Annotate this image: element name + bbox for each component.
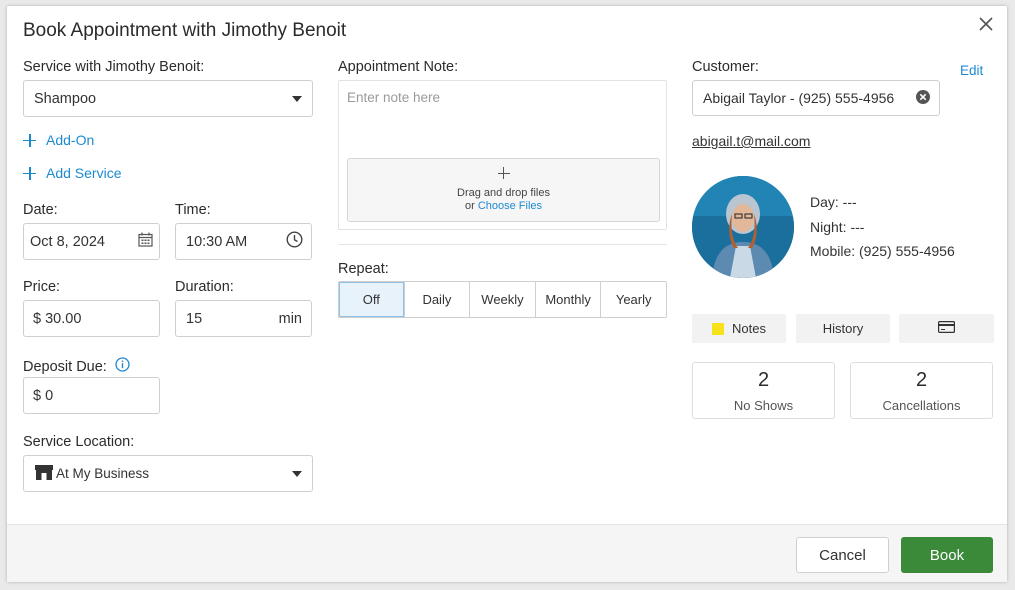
history-tab[interactable]: History	[796, 314, 890, 343]
notes-tab-label: Notes	[732, 321, 766, 336]
close-icon[interactable]	[977, 15, 995, 33]
choose-files-link[interactable]: Choose Files	[478, 200, 542, 212]
cancellations-count: 2	[915, 369, 928, 391]
repeat-option-off[interactable]: Off	[339, 282, 404, 317]
service-select[interactable]: Shampoo	[23, 80, 313, 117]
no-shows-count: 2	[757, 369, 770, 391]
repeat-option-monthly[interactable]: Monthly	[534, 282, 601, 317]
calendar-icon[interactable]	[138, 232, 153, 251]
location-select[interactable]: At My Business	[23, 455, 313, 492]
history-tab-label: History	[822, 321, 864, 336]
date-label: Date:	[23, 202, 58, 218]
location-label: Service Location:	[23, 434, 135, 450]
chevron-down-icon	[292, 470, 302, 477]
avatar	[692, 176, 794, 278]
clear-icon[interactable]	[916, 89, 930, 107]
notes-tab[interactable]: Notes	[692, 314, 786, 343]
add-service-label: Add Service	[46, 165, 122, 181]
location-display: At My Business	[34, 464, 149, 484]
sticky-note-icon	[712, 322, 725, 335]
divider	[338, 244, 667, 245]
duration-label: Duration:	[175, 279, 234, 295]
customer-field[interactable]: Abigail Taylor - (925) 555-4956	[692, 80, 940, 116]
edit-customer-link[interactable]: Edit	[960, 63, 983, 78]
note-input[interactable]: Enter note here	[347, 90, 440, 105]
cancellations-label: Cancellations	[882, 398, 961, 413]
price-value: $ 30.00	[33, 310, 82, 327]
chevron-down-icon	[292, 95, 302, 102]
dialog-title: Book Appointment with Jimothy Benoit	[23, 20, 347, 41]
plus-icon	[497, 167, 510, 179]
service-value: Shampoo	[34, 90, 97, 107]
customer-value: Abigail Taylor - (925) 555-4956	[703, 90, 895, 106]
customer-email-link[interactable]: abigail.t@mail.com	[692, 133, 810, 149]
payment-card-tab[interactable]	[899, 314, 994, 343]
add-on-link[interactable]: Add-On	[23, 132, 94, 148]
customer-day-phone: Day: ---	[810, 194, 857, 210]
clock-icon[interactable]	[286, 231, 303, 252]
no-shows-card: 2 No Shows	[692, 362, 835, 419]
price-field[interactable]: $ 30.00	[23, 300, 160, 337]
duration-value: 15	[186, 310, 203, 327]
plus-icon	[23, 166, 36, 180]
plus-icon	[23, 133, 36, 147]
time-value: 10:30 AM	[186, 233, 248, 250]
file-drop-zone[interactable]: Drag and drop files or Choose Files	[347, 158, 660, 222]
cancel-button[interactable]: Cancel	[796, 537, 889, 573]
or-text: or	[464, 200, 475, 212]
deposit-label-row: Deposit Due:	[23, 357, 130, 376]
deposit-label: Deposit Due:	[23, 358, 107, 375]
time-label: Time:	[175, 202, 211, 218]
no-shows-label: No Shows	[733, 398, 794, 413]
credit-card-icon	[938, 321, 956, 336]
book-button[interactable]: Book	[901, 537, 993, 573]
duration-unit: min	[278, 310, 302, 327]
dialog-footer: Cancel Book	[7, 524, 1007, 582]
repeat-option-yearly[interactable]: Yearly	[600, 282, 666, 317]
customer-label: Customer:	[692, 59, 759, 75]
time-field[interactable]: 10:30 AM	[175, 223, 312, 260]
deposit-field[interactable]: $ 0	[23, 377, 160, 414]
drop-text: Drag and drop files	[457, 187, 550, 199]
customer-mobile-phone: Mobile: (925) 555-4956	[810, 243, 955, 259]
repeat-label: Repeat:	[338, 261, 389, 277]
book-appointment-dialog: Book Appointment with Jimothy Benoit Ser…	[7, 6, 1007, 582]
choose-files-line: or Choose Files	[348, 200, 659, 212]
store-icon	[34, 464, 54, 484]
deposit-value: $ 0	[33, 387, 54, 404]
date-value: Oct 8, 2024	[30, 233, 105, 250]
duration-field[interactable]: 15 min	[175, 300, 312, 337]
customer-night-phone: Night: ---	[810, 219, 865, 235]
date-field[interactable]: Oct 8, 2024	[23, 223, 160, 260]
add-service-link[interactable]: Add Service	[23, 165, 121, 181]
info-icon[interactable]	[115, 357, 130, 376]
location-value: At My Business	[56, 466, 150, 481]
cancellations-card: 2 Cancellations	[850, 362, 993, 419]
repeat-segmented-control: Off Daily Weekly Monthly Yearly	[338, 281, 667, 318]
repeat-option-weekly[interactable]: Weekly	[469, 282, 535, 317]
repeat-option-daily[interactable]: Daily	[403, 282, 470, 317]
price-label: Price:	[23, 279, 61, 295]
add-on-label: Add-On	[46, 132, 95, 148]
service-label: Service with Jimothy Benoit:	[23, 59, 205, 75]
note-label: Appointment Note:	[338, 59, 459, 75]
note-container: Enter note here Drag and drop files or C…	[338, 80, 667, 230]
